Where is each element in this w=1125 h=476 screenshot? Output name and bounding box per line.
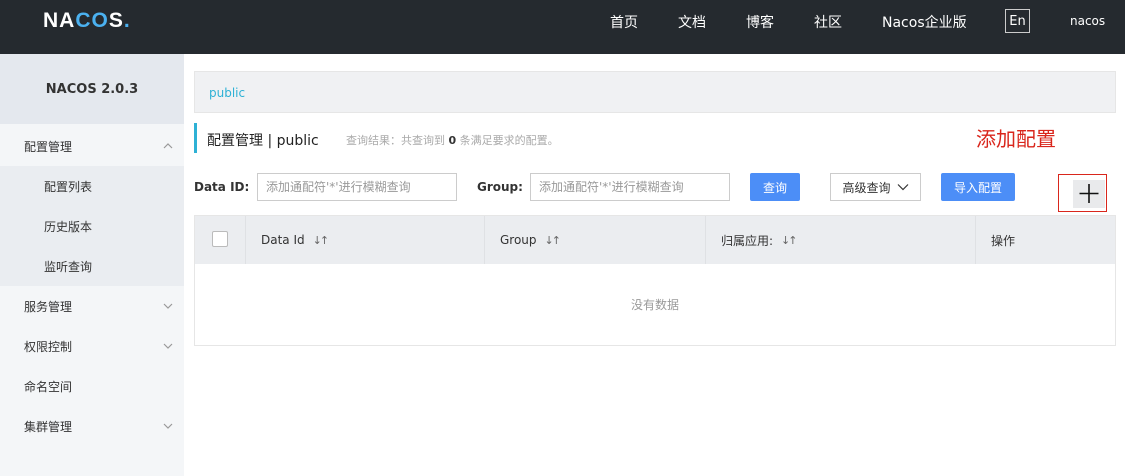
result-count: 0 [448, 134, 457, 147]
sidebar-item-history[interactable]: 历史版本 [0, 206, 184, 246]
page-title-row: 配置管理 | public 查询结果：共查询到 0 条满足要求的配置。 [194, 123, 894, 153]
sidebar-item-label: 集群管理 [24, 419, 73, 434]
sidebar-item-label: 历史版本 [44, 219, 93, 234]
column-label: Data Id [261, 233, 305, 247]
sidebar-item-service-management[interactable]: 服务管理 [0, 286, 184, 326]
table-header: Data Id ↓↑ Group ↓↑ 归属应用: ↓↑ 操作 [195, 216, 1115, 264]
result-prefix: 查询结果：共查询到 [346, 134, 445, 147]
import-config-button[interactable]: 导入配置 [941, 173, 1015, 201]
config-table: Data Id ↓↑ Group ↓↑ 归属应用: ↓↑ 操作 没有数据 [194, 215, 1116, 346]
add-config-annotation: 添加配置 [976, 127, 1056, 151]
advanced-query-label: 高级查询 [842, 180, 891, 195]
top-navbar: NA CO S. 首页 文档 博客 社区 Nacos企业版 En nacos [0, 0, 1125, 54]
empty-table-message: 没有数据 [630, 298, 679, 312]
group-label: Group: [477, 180, 523, 194]
page-title: 配置管理 | public [207, 133, 319, 149]
data-id-label: Data ID: [194, 180, 250, 194]
chevron-up-icon [163, 143, 173, 149]
sidebar-item-access-control[interactable]: 权限控制 [0, 326, 184, 366]
chevron-down-icon [897, 184, 908, 191]
group-input[interactable] [530, 173, 730, 201]
query-button[interactable]: 查询 [750, 173, 800, 201]
column-label: 归属应用: [721, 233, 774, 248]
user-name[interactable]: nacos [1070, 14, 1105, 28]
chevron-down-icon [163, 343, 173, 349]
sidebar-item-cluster-management[interactable]: 集群管理 [0, 406, 184, 446]
sort-icon[interactable]: ↓↑ [545, 234, 562, 247]
column-data-id[interactable]: Data Id ↓↑ [246, 216, 485, 264]
sidebar-item-label: 权限控制 [24, 339, 73, 354]
column-label: 操作 [991, 233, 1016, 248]
select-all-cell [195, 216, 246, 264]
sidebar-item-label: 监听查询 [44, 259, 93, 274]
nav-docs[interactable]: 文档 [678, 12, 706, 32]
data-id-input[interactable] [257, 173, 457, 201]
nav-home[interactable]: 首页 [610, 12, 638, 32]
sidebar-item-namespace[interactable]: 命名空间 [0, 366, 184, 406]
title-accent-bar [194, 123, 197, 153]
nav-blog[interactable]: 博客 [746, 12, 774, 32]
column-label: Group [500, 233, 537, 247]
column-app[interactable]: 归属应用: ↓↑ [706, 216, 976, 264]
logo-text-dot: . [123, 9, 131, 32]
add-config-button[interactable] [1058, 174, 1107, 212]
sidebar-item-config-management[interactable]: 配置管理 [0, 126, 184, 166]
sidebar-item-listener-query[interactable]: 监听查询 [0, 246, 184, 286]
sort-icon[interactable]: ↓↑ [313, 234, 330, 247]
chevron-down-icon [163, 423, 173, 429]
column-group[interactable]: Group ↓↑ [485, 216, 706, 264]
sidebar: NACOS 2.0.3 配置管理 配置列表 历史版本 监听查询 服务管理 权限控… [0, 54, 184, 476]
logo-text-co: CO [75, 9, 109, 32]
namespace-bar: public [194, 71, 1116, 113]
logo-text-s: S [108, 9, 124, 32]
sidebar-item-label: 配置列表 [44, 179, 93, 194]
advanced-query-button[interactable]: 高级查询 [830, 173, 921, 201]
nacos-logo[interactable]: NA CO S. [43, 9, 131, 33]
column-actions: 操作 [976, 216, 1115, 264]
result-suffix: 条满足要求的配置。 [459, 134, 559, 147]
sidebar-item-label: 命名空间 [24, 379, 73, 394]
plus-icon [1079, 184, 1099, 203]
namespace-tab-public[interactable]: public [209, 86, 245, 100]
query-result-summary: 查询结果：共查询到 0 条满足要求的配置。 [346, 132, 559, 148]
select-all-checkbox[interactable] [212, 231, 228, 247]
chevron-down-icon [163, 303, 173, 309]
nav-community[interactable]: 社区 [814, 12, 842, 32]
logo-text-na: NA [43, 9, 76, 32]
sidebar-item-label: 服务管理 [24, 299, 73, 314]
sidebar-item-label: 配置管理 [24, 139, 73, 154]
sidebar-item-config-list[interactable]: 配置列表 [0, 166, 184, 206]
sidebar-title: NACOS 2.0.3 [0, 54, 184, 124]
nav-enterprise[interactable]: Nacos企业版 [882, 12, 967, 32]
language-switch-button[interactable]: En [1005, 9, 1030, 33]
sort-icon[interactable]: ↓↑ [781, 234, 798, 247]
